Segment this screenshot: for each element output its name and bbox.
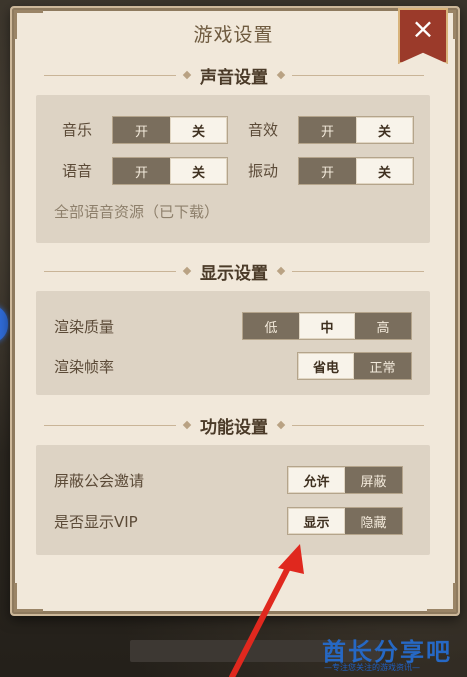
quality-low-option[interactable]: 低: [243, 313, 299, 339]
corner-ornament: [14, 583, 43, 612]
block-guild-invite-label: 屏蔽公会邀请: [54, 472, 145, 490]
render-framerate-label: 渲染帧率: [54, 358, 115, 376]
render-quality-label: 渲染质量: [54, 318, 115, 336]
render-framerate-selector[interactable]: 省电 正常: [297, 352, 412, 380]
sfx-off-option[interactable]: 关: [356, 117, 413, 143]
function-settings-group: [36, 445, 430, 555]
music-toggle[interactable]: 开 关: [112, 116, 228, 144]
watermark-slogan: —专注您关注的游戏资讯—: [324, 663, 420, 672]
vibration-off-option[interactable]: 关: [356, 158, 413, 184]
sfx-label: 音效: [248, 121, 279, 139]
voice-resources-status[interactable]: 全部语音资源（已下载）: [54, 201, 219, 222]
section-header-sound: 声音设置: [36, 63, 432, 88]
sfx-toggle[interactable]: 开 关: [298, 116, 414, 144]
show-vip-toggle[interactable]: 显示 隐藏: [287, 507, 403, 535]
vibration-toggle[interactable]: 开 关: [298, 157, 414, 185]
vip-hide-option[interactable]: 隐藏: [345, 508, 402, 534]
framerate-powersave-option[interactable]: 省电: [298, 353, 354, 379]
voice-on-option[interactable]: 开: [113, 158, 170, 184]
vibration-label: 振动: [248, 162, 279, 180]
section-title-display: 显示设置: [200, 263, 268, 284]
render-quality-selector[interactable]: 低 中 高: [242, 312, 412, 340]
quality-high-option[interactable]: 高: [355, 313, 411, 339]
show-vip-label: 是否显示VIP: [54, 513, 138, 531]
guild-invite-block-option[interactable]: 屏蔽: [345, 467, 402, 493]
dialog-title: 游戏设置: [193, 24, 274, 46]
music-label: 音乐: [62, 121, 93, 139]
voice-off-option[interactable]: 关: [170, 158, 227, 184]
voice-toggle[interactable]: 开 关: [112, 157, 228, 185]
music-off-option[interactable]: 关: [170, 117, 227, 143]
sfx-on-option[interactable]: 开: [299, 117, 356, 143]
section-title-sound: 声音设置: [200, 67, 268, 88]
guild-invite-allow-option[interactable]: 允许: [288, 467, 345, 493]
section-header-display: 显示设置: [36, 259, 432, 284]
vibration-on-option[interactable]: 开: [299, 158, 356, 184]
music-on-option[interactable]: 开: [113, 117, 170, 143]
framerate-normal-option[interactable]: 正常: [354, 353, 411, 379]
section-header-function: 功能设置: [36, 413, 432, 438]
quality-mid-option[interactable]: 中: [299, 313, 355, 339]
section-title-function: 功能设置: [200, 417, 268, 438]
vip-show-option[interactable]: 显示: [288, 508, 345, 534]
block-guild-invite-toggle[interactable]: 允许 屏蔽: [287, 466, 403, 494]
corner-ornament: [427, 583, 456, 612]
voice-label: 语音: [62, 162, 93, 180]
close-icon: ×: [411, 12, 435, 45]
